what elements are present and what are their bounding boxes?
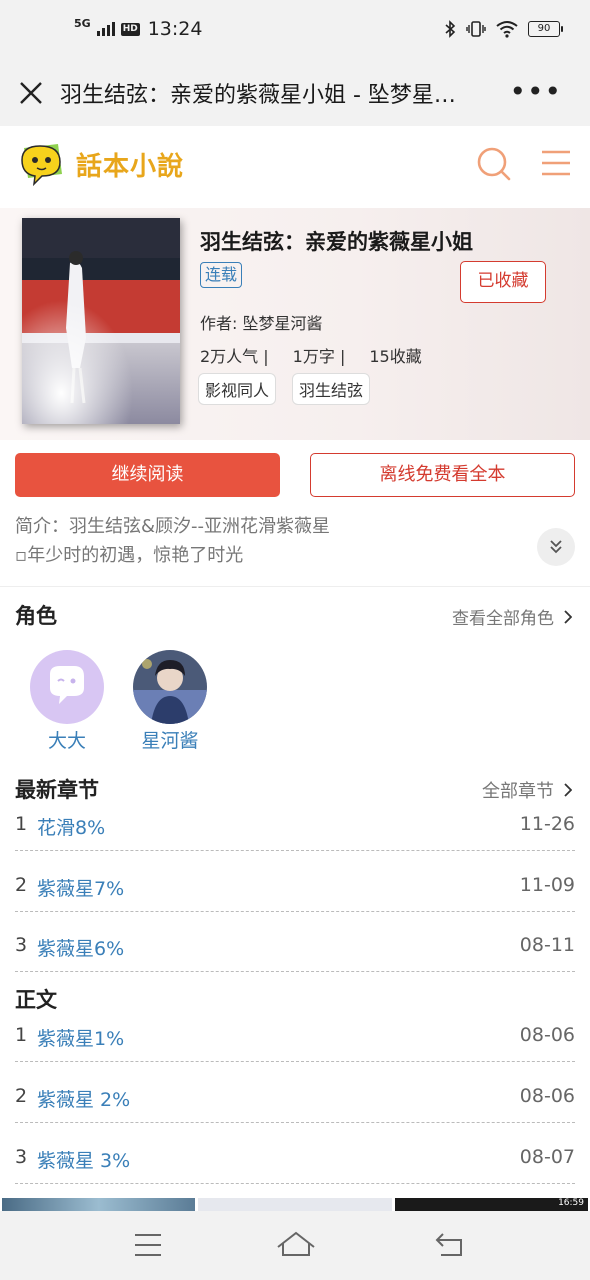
word-count-stat: 1万字 | bbox=[292, 347, 346, 366]
chapter-date: 08-06 bbox=[519, 1085, 575, 1107]
chapter-title[interactable]: 紫薇星7% bbox=[37, 874, 124, 901]
vibrate-icon bbox=[466, 21, 486, 37]
latest-chapters-title: 最新章节 bbox=[15, 778, 99, 802]
clock: 13:24 bbox=[147, 18, 203, 40]
chapter-date: 08-07 bbox=[519, 1146, 575, 1168]
view-all-roles-link[interactable]: 查看全部角色 bbox=[452, 604, 572, 629]
book-intro: 简介：羽生结弦&顾汐--亚洲花滑紫薇星 ▫年少时的初遇，惊艳了时光 bbox=[15, 512, 525, 570]
signal-icon bbox=[96, 22, 115, 36]
wifi-icon bbox=[496, 21, 518, 38]
system-navigation-bar bbox=[0, 1211, 590, 1280]
chapter-title[interactable]: 紫薇星1% bbox=[37, 1024, 124, 1051]
chapter-date: 08-06 bbox=[519, 1024, 575, 1046]
chapter-number: 3 bbox=[15, 1146, 28, 1168]
chapter-title[interactable]: 紫薇星 3% bbox=[37, 1146, 130, 1173]
role-item[interactable]: 大大 bbox=[27, 650, 107, 753]
book-stats: 2万人气 | 1万字 | 15收藏 bbox=[200, 343, 422, 367]
chevron-right-icon bbox=[564, 609, 572, 624]
more-options-icon[interactable]: ••• bbox=[509, 78, 562, 106]
chapter-date: 11-09 bbox=[519, 874, 575, 896]
thumbnail-image[interactable] bbox=[2, 1198, 195, 1211]
all-chapters-link[interactable]: 全部章节 bbox=[482, 777, 572, 803]
thumbnail-strip: 16:59 bbox=[0, 1198, 590, 1211]
main-text-section-title: 正文 bbox=[15, 988, 57, 1012]
hd-badge: HD bbox=[120, 22, 140, 36]
battery-icon: 90 bbox=[528, 21, 563, 37]
chapter-title[interactable]: 紫薇星6% bbox=[37, 934, 124, 961]
offline-read-button[interactable]: 离线免费看全本 bbox=[310, 453, 575, 497]
chapter-number: 1 bbox=[15, 1024, 28, 1046]
site-header: 話本小說 bbox=[0, 126, 590, 208]
intro-line: ▫年少时的初遇，惊艳了时光 bbox=[15, 545, 244, 566]
network-type: 5G bbox=[74, 17, 91, 30]
continue-reading-button[interactable]: 继续阅读 bbox=[15, 453, 280, 497]
divider bbox=[0, 586, 590, 587]
chapter-date: 11-26 bbox=[519, 813, 575, 835]
avatar bbox=[30, 650, 104, 724]
roles-section-title: 角色 bbox=[15, 604, 57, 628]
role-name: 星河酱 bbox=[141, 730, 199, 752]
role-name: 大大 bbox=[47, 730, 86, 752]
browser-title-bar: 羽生结弦：亲爱的紫薇星小姐 - 坠梦星… ••• bbox=[0, 64, 590, 126]
chapter-title[interactable]: 花滑8% bbox=[37, 813, 105, 840]
chapter-number: 3 bbox=[15, 934, 28, 956]
logo-mascot-icon bbox=[21, 144, 62, 187]
search-icon[interactable] bbox=[476, 146, 512, 182]
role-item[interactable]: 星河酱 bbox=[130, 650, 210, 753]
chapter-row[interactable]: 1 紫薇星1% 08-06 bbox=[15, 1024, 575, 1062]
view-all-roles-label: 查看全部角色 bbox=[452, 609, 554, 629]
chapter-row[interactable]: 2 紫薇星7% 11-09 bbox=[15, 874, 575, 912]
close-icon[interactable] bbox=[18, 80, 44, 106]
chapter-row[interactable]: 2 紫薇星 2% 08-06 bbox=[15, 1085, 575, 1123]
double-chevron-down-icon bbox=[550, 540, 562, 554]
chapter-row[interactable]: 1 花滑8% 11-26 bbox=[15, 813, 575, 851]
logo-text: 話本小說 bbox=[76, 151, 185, 182]
thumbnail-image[interactable]: 16:59 bbox=[395, 1198, 588, 1211]
main-content: 继续阅读 离线免费看全本 简介：羽生结弦&顾汐--亚洲花滑紫薇星 ▫年少时的初遇… bbox=[0, 440, 590, 1198]
avatar bbox=[133, 650, 207, 724]
expand-intro-button[interactable] bbox=[537, 528, 575, 566]
home-icon[interactable] bbox=[275, 1229, 317, 1261]
chapter-title[interactable]: 紫薇星 2% bbox=[37, 1085, 130, 1112]
chapter-row[interactable]: 3 紫薇星6% 08-11 bbox=[15, 934, 575, 972]
all-chapters-label: 全部章节 bbox=[482, 781, 554, 802]
book-tags: 影视同人 羽生结弦 bbox=[198, 373, 371, 405]
collections-stat: 15收藏 bbox=[369, 347, 422, 366]
back-icon[interactable] bbox=[433, 1229, 465, 1259]
bluetooth-icon bbox=[445, 20, 456, 38]
status-bar: 5G HD 13:24 90 bbox=[0, 0, 590, 64]
thumbnail-clock: 16:59 bbox=[558, 1198, 584, 1208]
chapter-number: 1 bbox=[15, 813, 28, 835]
collected-button[interactable]: 已收藏 bbox=[460, 261, 546, 303]
book-cover-image[interactable] bbox=[22, 218, 180, 424]
intro-line: 简介：羽生结弦&顾汐--亚洲花滑紫薇星 bbox=[15, 516, 331, 537]
book-title: 羽生结弦：亲爱的紫薇星小姐 bbox=[200, 230, 473, 254]
serial-status-badge: 连载 bbox=[200, 262, 243, 288]
book-info-panel: 羽生结弦：亲爱的紫薇星小姐 连载 已收藏 作者: 坠梦星河酱 2万人气 | 1万… bbox=[0, 208, 590, 440]
tag-chip[interactable]: 影视同人 bbox=[198, 373, 277, 405]
chevron-right-icon bbox=[564, 783, 572, 797]
thumbnail-image[interactable] bbox=[198, 1198, 392, 1211]
chapter-date: 08-11 bbox=[519, 934, 575, 956]
chapter-number: 2 bbox=[15, 1085, 28, 1107]
page-title: 羽生结弦：亲爱的紫薇星小姐 - 坠梦星… bbox=[60, 83, 456, 108]
chapter-row[interactable]: 3 紫薇星 3% 08-07 bbox=[15, 1146, 575, 1184]
menu-icon[interactable] bbox=[540, 148, 572, 178]
recent-apps-icon[interactable] bbox=[133, 1231, 163, 1259]
site-logo[interactable]: 話本小說 bbox=[18, 140, 184, 188]
tag-chip[interactable]: 羽生结弦 bbox=[292, 373, 371, 405]
author-link[interactable]: 作者: 坠梦星河酱 bbox=[200, 310, 322, 334]
chapter-number: 2 bbox=[15, 874, 28, 896]
popularity-stat: 2万人气 | bbox=[200, 347, 269, 366]
